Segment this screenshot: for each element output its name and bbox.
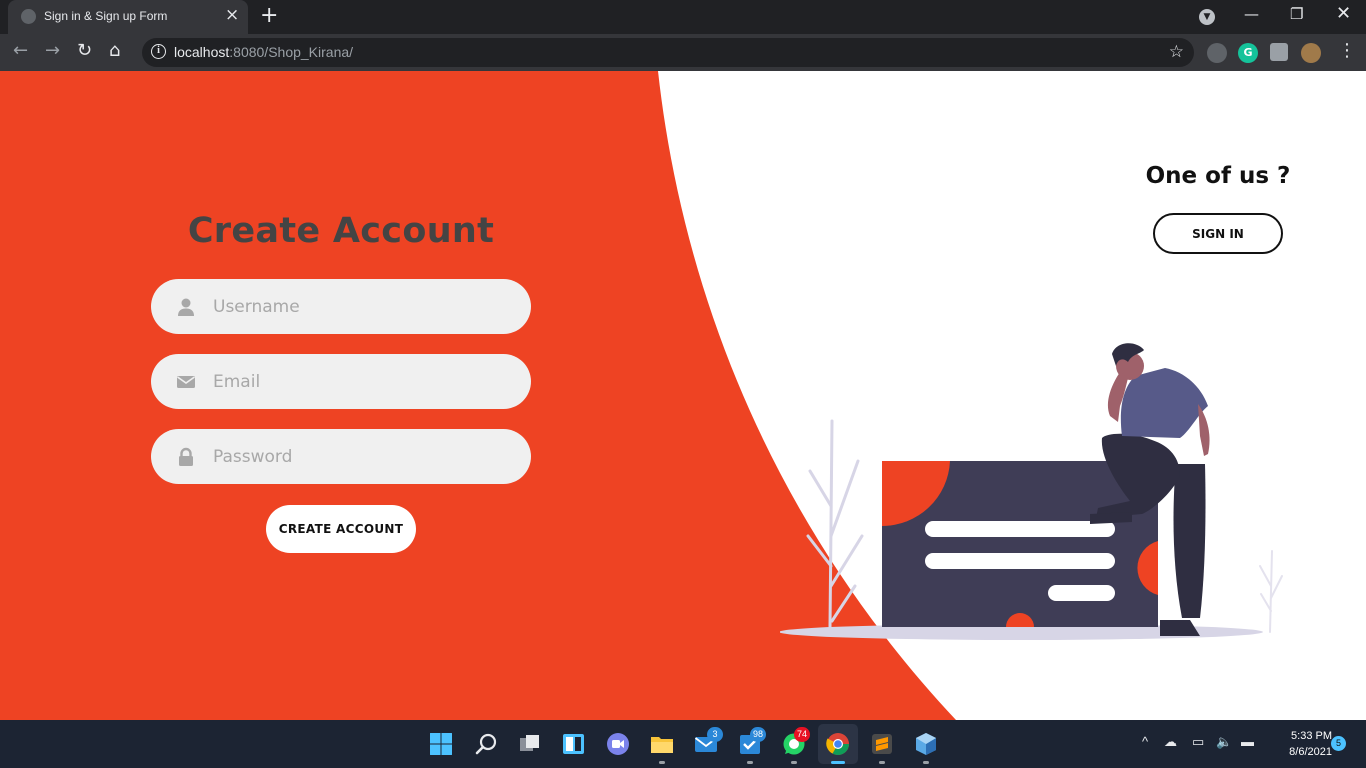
- puzzle-icon[interactable]: [1270, 43, 1288, 61]
- sublime-text-icon[interactable]: [870, 732, 894, 756]
- panel-title: One of us ?: [1145, 163, 1291, 189]
- browser-toolbar: ← → ↻ ⌂ i localhost:8080/Shop_Kirana/ ☆ …: [0, 34, 1366, 71]
- file-explorer-icon[interactable]: [650, 732, 674, 756]
- username-field[interactable]: [151, 279, 531, 334]
- arrow-left-icon[interactable]: ←: [13, 40, 28, 62]
- cloud-icon[interactable]: ☁: [1164, 734, 1177, 750]
- email-field[interactable]: [151, 354, 531, 409]
- globe-icon: [21, 9, 36, 24]
- teams-chat-icon[interactable]: [606, 732, 630, 756]
- tab-search-chevron-icon[interactable]: ▼: [1199, 9, 1215, 25]
- mail-badge: 3: [707, 727, 723, 742]
- chrome-icon[interactable]: [826, 732, 850, 756]
- network-icon[interactable]: ▭: [1192, 734, 1204, 750]
- password-field[interactable]: [151, 429, 531, 484]
- close-icon[interactable]: ×: [225, 7, 239, 24]
- new-tab-plus-icon[interactable]: +: [260, 5, 278, 27]
- restore-icon[interactable]: ❐: [1290, 4, 1303, 24]
- url-text: localhost:8080/Shop_Kirana/: [174, 44, 354, 60]
- reload-icon[interactable]: ↻: [77, 40, 92, 62]
- running-indicator: [659, 761, 665, 764]
- virtualbox-icon[interactable]: [914, 732, 938, 756]
- window-close-icon[interactable]: ✕: [1336, 4, 1351, 24]
- running-indicator: [791, 761, 797, 764]
- clock-time: 5:33 PM: [1291, 730, 1332, 742]
- running-indicator: [879, 761, 885, 764]
- running-indicator: [747, 761, 753, 764]
- thinking-person-illustration: [780, 343, 1283, 640]
- browser-tab-bar: Sign in & Sign up Form × + ▼ — ❐ ✕: [0, 0, 1366, 34]
- clock-date: 8/6/2021: [1289, 746, 1332, 758]
- star-icon[interactable]: ☆: [1169, 42, 1184, 62]
- home-icon[interactable]: ⌂: [109, 40, 120, 62]
- create-account-button[interactable]: CREATE ACCOUNT: [266, 505, 416, 553]
- address-bar[interactable]: i localhost:8080/Shop_Kirana/ ☆: [142, 38, 1194, 67]
- chevron-up-icon[interactable]: ^: [1142, 734, 1148, 749]
- whatsapp-badge: 74: [794, 727, 811, 742]
- lock-icon: [179, 447, 193, 466]
- page-viewport: Create Account CREATE ACCOUNT One of us …: [0, 71, 1366, 720]
- running-indicator: [923, 761, 929, 764]
- user-icon: [178, 298, 194, 316]
- envelope-icon: [177, 376, 195, 388]
- sign-in-button[interactable]: SIGN IN: [1153, 213, 1283, 254]
- system-clock[interactable]: 5:33 PM 8/6/2021: [1270, 728, 1332, 760]
- todo-badge: 98: [750, 727, 767, 742]
- menu-dots-icon[interactable]: ⋮: [1338, 40, 1356, 62]
- password-input[interactable]: [213, 429, 513, 484]
- minimize-icon[interactable]: —: [1244, 4, 1259, 24]
- windows-start-icon[interactable]: [429, 732, 453, 756]
- email-input[interactable]: [213, 354, 513, 409]
- arrow-right-icon[interactable]: →: [45, 40, 60, 62]
- search-icon[interactable]: [474, 732, 498, 756]
- notification-badge[interactable]: 5: [1331, 736, 1346, 751]
- form-title: Create Account: [187, 211, 495, 251]
- active-indicator: [831, 761, 845, 764]
- grammarly-icon[interactable]: G: [1238, 43, 1258, 63]
- extension-icon[interactable]: [1207, 43, 1227, 63]
- taskbar: 3 98 74 ^ ☁ ▭ 🔈 ▬ 5:33 PM 8/6/2021 5: [0, 720, 1366, 768]
- volume-icon[interactable]: 🔈: [1216, 734, 1232, 750]
- battery-icon[interactable]: ▬: [1241, 734, 1254, 749]
- widgets-icon[interactable]: [562, 732, 586, 756]
- browser-tab[interactable]: Sign in & Sign up Form ×: [8, 0, 248, 34]
- avatar[interactable]: [1301, 43, 1321, 63]
- tab-title: Sign in & Sign up Form: [44, 9, 168, 23]
- task-view-icon[interactable]: [518, 732, 542, 756]
- username-input[interactable]: [213, 279, 513, 334]
- info-icon[interactable]: i: [151, 44, 166, 59]
